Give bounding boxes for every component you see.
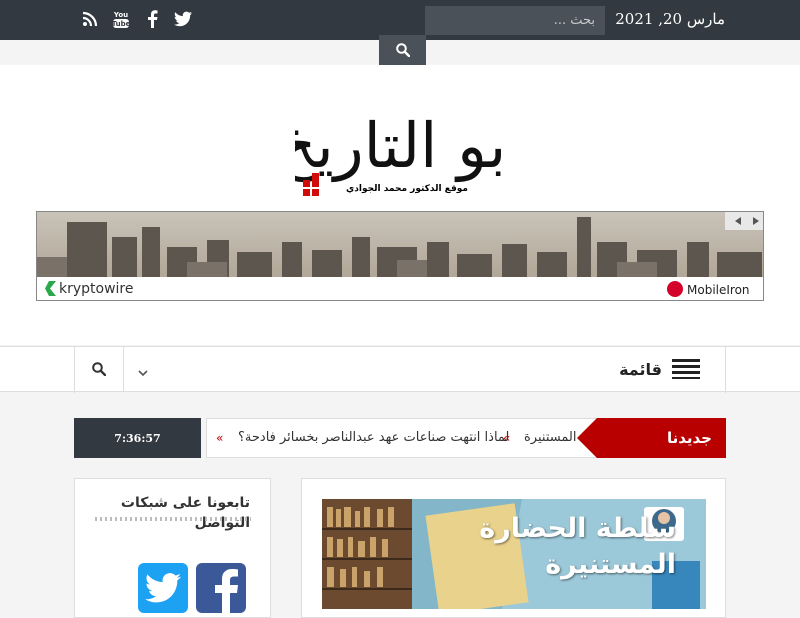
- banner-footer: kryptowire MobileIron: [37, 277, 763, 300]
- nav-inner: قائمة: [74, 347, 726, 393]
- ticker-clock: 7:36:57: [74, 418, 201, 458]
- logo-title: أبو التاريخ: [295, 104, 505, 183]
- top-bar: مارس 20, 2021 YouTube: [0, 0, 800, 40]
- main-nav: قائمة: [0, 346, 800, 393]
- svg-text:Tube: Tube: [112, 20, 130, 28]
- search-icon: [395, 43, 410, 57]
- search-button[interactable]: [379, 35, 426, 65]
- search-input[interactable]: [425, 6, 605, 35]
- featured-article-image[interactable]: سلطة الحضارة المستنيرة: [322, 499, 706, 609]
- social-widget-title: تابعونا على شبكات التواصل: [120, 495, 250, 531]
- kryptowire-brand: kryptowire: [59, 281, 134, 297]
- social-widget: تابعونا على شبكات التواصل: [74, 478, 271, 618]
- hamburger-icon[interactable]: [672, 359, 700, 383]
- nav-search-button[interactable]: [75, 347, 124, 391]
- rss-icon[interactable]: [80, 9, 100, 29]
- facebook-follow-icon[interactable]: [196, 563, 246, 613]
- twitter-icon[interactable]: [173, 9, 193, 29]
- ad-banner[interactable]: kryptowire MobileIron: [36, 211, 764, 301]
- logo-subtitle: موقع الدكتور محمد الجوادي: [346, 184, 468, 194]
- menu-label[interactable]: قائمة: [619, 360, 662, 379]
- article-title-line: سلطة الحضارة: [479, 513, 676, 544]
- ticker-label: جديدنا: [577, 418, 726, 458]
- title-divider: [95, 517, 251, 521]
- chevron-icon: «: [216, 431, 224, 445]
- mobileiron-logo-icon: [667, 281, 683, 297]
- current-date: مارس 20, 2021: [615, 10, 725, 28]
- article-title-line: المستنيرة: [545, 549, 676, 580]
- ticker-item[interactable]: المستنيرة: [524, 430, 576, 445]
- youtube-icon[interactable]: You Tube: [111, 9, 131, 29]
- facebook-icon[interactable]: [142, 9, 162, 29]
- search-icon: [92, 362, 106, 376]
- twitter-follow-icon[interactable]: [138, 563, 188, 613]
- ticker-item[interactable]: لماذا انتهت صناعات عهد عبدالناصر بخسائر …: [238, 430, 509, 445]
- chevron-down-icon[interactable]: [137, 363, 149, 382]
- mobileiron-brand: MobileIron: [687, 283, 750, 297]
- svg-text:You: You: [113, 11, 128, 19]
- kryptowire-logo-icon: [45, 281, 56, 296]
- featured-article-title[interactable]: سلطة الحضارة المستنيرة: [479, 511, 676, 583]
